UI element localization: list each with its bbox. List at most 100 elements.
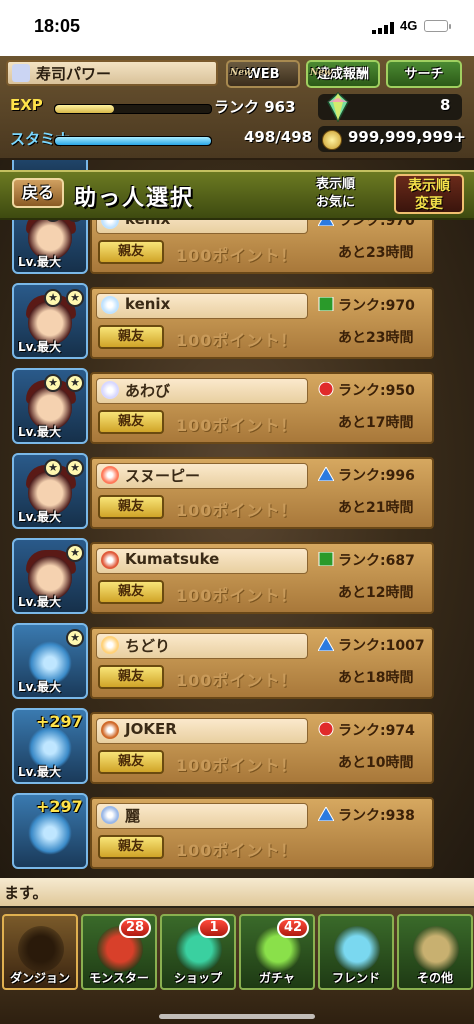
player-rank: ランク 963 <box>214 98 296 116</box>
back-button[interactable]: 戻る <box>12 178 64 208</box>
achievement-reward-button[interactable]: 達成報酬 New <box>306 60 380 88</box>
helper-name-box: Kumatsuke <box>96 548 308 574</box>
helper-row[interactable]: +297 麗親友 100ポイント！ ランク:938 <box>0 793 474 875</box>
message-text: ます。 <box>4 884 48 902</box>
network-label: 4G <box>400 18 418 33</box>
exp-bar <box>54 104 212 114</box>
exp-bar-fill <box>55 105 115 113</box>
best-friend-badge: 親友 <box>98 410 164 434</box>
helper-avatar[interactable]: +297 <box>12 793 88 869</box>
magic-stone-count: 8 <box>440 96 451 114</box>
friend-points: 100ポイント！ <box>176 246 298 265</box>
helper-card[interactable]: JOKER 親友 100ポイント！ ランク:974 あと10時間 <box>90 712 434 784</box>
rank-triangle-icon <box>318 637 334 651</box>
player-name: 寿司パワー <box>36 65 112 83</box>
tab-badge-count: 28 <box>119 918 151 938</box>
status-bar: 18:05 4G <box>0 0 474 56</box>
remaining-time: あと18時間 <box>338 670 414 686</box>
change-sort-line2: 変更 <box>415 196 443 212</box>
tab-label: ショップ <box>173 971 222 985</box>
friend-points: 100ポイント！ <box>176 586 298 605</box>
player-badge-icon <box>101 381 119 399</box>
helper-row[interactable]: ★ ★ Lv.最大 あわび 親友 100ポイント！ ランク:950 あと17時間 <box>0 368 474 450</box>
helper-level: Lv.最大 <box>18 255 62 269</box>
best-friend-badge: 親友 <box>98 835 164 859</box>
helper-avatar[interactable]: ★★ Lv.最大 <box>12 368 88 444</box>
helper-row[interactable]: +297 Lv.最大 JOKER 親友 100ポイント！ ランク:974 あと10時間 <box>0 708 474 790</box>
rank-triangle-icon <box>318 467 334 481</box>
tab-egg[interactable]: 42 ガチャ <box>239 914 315 990</box>
new-tag: New <box>230 68 252 78</box>
rank-circle-icon <box>318 722 334 736</box>
helper-rank: ランク:996 <box>338 468 415 484</box>
tab-badge-count: 42 <box>277 918 309 938</box>
tab-friends[interactable]: フレンド <box>318 914 394 990</box>
player-badge-icon <box>101 636 119 654</box>
page-title: 助っ人選択 <box>74 186 195 211</box>
helper-list[interactable]: Lv.110★★Lv.最大kenix親友100ポイント！ランク:970あと23時… <box>0 160 474 878</box>
tab-gem[interactable]: 1 ショップ <box>160 914 236 990</box>
player-badge-icon <box>101 721 119 739</box>
helper-row[interactable]: ★★ Lv.最大 kenix 親友 100ポイント！ ランク:970 あと23時間 <box>0 283 474 365</box>
battery-icon <box>424 20 451 32</box>
helper-name-box: スヌーピー <box>96 463 308 489</box>
helper-avatar[interactable]: ★ Lv.最大 <box>12 623 88 699</box>
status-time: 18:05 <box>34 16 81 36</box>
helper-level: Lv.最大 <box>18 680 62 694</box>
helper-card[interactable]: kenix 親友 100ポイント！ ランク:970 あと23時間 <box>90 287 434 359</box>
remaining-time: あと12時間 <box>338 585 414 601</box>
change-sort-button[interactable]: 表示順 変更 <box>394 174 464 214</box>
awakening-star-icon: ★ <box>44 459 62 477</box>
helper-name-box: あわび <box>96 378 308 404</box>
helper-level: Lv.最大 <box>18 595 62 609</box>
remaining-time: あと21時間 <box>338 500 414 516</box>
awakening-star-icon: ★ <box>44 374 62 392</box>
friend-points: 100ポイント！ <box>176 416 298 435</box>
helper-rank: ランク:974 <box>338 723 415 739</box>
helper-row[interactable]: ★ Lv.最大 Kumatsuke 親友 100ポイント！ ランク:687 あと12時間 <box>0 538 474 620</box>
bottom-tab-bar: ダンジョン 28 モンスター 1 ショップ 42 ガチャ フレンド その他 <box>0 908 474 1024</box>
new-tag: New <box>310 68 332 78</box>
helper-card[interactable]: スヌーピー 親友 100ポイント！ ランク:996 あと21時間 <box>90 457 434 529</box>
signal-icon <box>372 22 394 34</box>
helper-card[interactable]: あわび 親友 100ポイント！ ランク:950 あと17時間 <box>90 372 434 444</box>
exp-label: EXP <box>10 96 43 114</box>
tab-label: フレンド <box>331 971 380 985</box>
helper-avatar[interactable]: +297 Lv.最大 <box>12 708 88 784</box>
helper-avatar[interactable]: ★ Lv.最大 <box>12 538 88 614</box>
avatar-face <box>28 811 72 855</box>
helper-name: ちどり <box>125 637 171 655</box>
player-name-box[interactable]: 寿司パワー <box>6 60 218 86</box>
awakening-star-icon: ★ <box>66 374 84 392</box>
player-badge-icon <box>101 296 119 314</box>
helper-name: JOKER <box>125 720 177 738</box>
rank-circle-icon <box>318 382 334 396</box>
tab-dragon[interactable]: 28 モンスター <box>81 914 157 990</box>
remaining-time: あと23時間 <box>338 245 414 261</box>
helper-row[interactable]: ★ ★ Lv.最大 スヌーピー 親友 100ポイント！ ランク:996 あと21時間 <box>0 453 474 535</box>
awakening-star-icon: ★ <box>66 544 84 562</box>
sort-order-line2: お気に <box>316 195 356 210</box>
game-screen: 寿司パワー WEB New 達成報酬 New サーチ EXP ランク 963 ス… <box>0 56 474 1024</box>
helper-row[interactable]: ★ Lv.最大 ちどり 親友 100ポイント！ ランク:1007 あと18時間 <box>0 623 474 705</box>
helper-card[interactable]: Kumatsuke 親友 100ポイント！ ランク:687 あと12時間 <box>90 542 434 614</box>
helper-level: Lv.最大 <box>18 510 62 524</box>
helper-avatar[interactable]: ★★ Lv.最大 <box>12 453 88 529</box>
helper-name: あわび <box>125 382 171 400</box>
web-button[interactable]: WEB New <box>226 60 300 88</box>
helper-card[interactable]: 麗親友 100ポイント！ ランク:938 <box>90 797 434 869</box>
tab-question[interactable]: その他 <box>397 914 473 990</box>
search-button[interactable]: サーチ <box>386 60 462 88</box>
helper-name-box: ちどり <box>96 633 308 659</box>
helper-rank: ランク:1007 <box>338 638 425 654</box>
helper-avatar[interactable]: ★★ Lv.最大 <box>12 283 88 359</box>
awakening-star-icon: ★ <box>66 629 84 647</box>
sort-order-line1: 表示順 <box>316 177 356 192</box>
friend-points: 100ポイント！ <box>176 501 298 520</box>
best-friend-badge: 親友 <box>98 665 164 689</box>
helper-level: Lv.最大 <box>18 765 62 779</box>
tab-gate[interactable]: ダンジョン <box>2 914 78 990</box>
awakening-star-icon: ★ <box>66 459 84 477</box>
helper-card[interactable]: ちどり 親友 100ポイント！ ランク:1007 あと18時間 <box>90 627 434 699</box>
player-badge-icon <box>101 551 119 569</box>
